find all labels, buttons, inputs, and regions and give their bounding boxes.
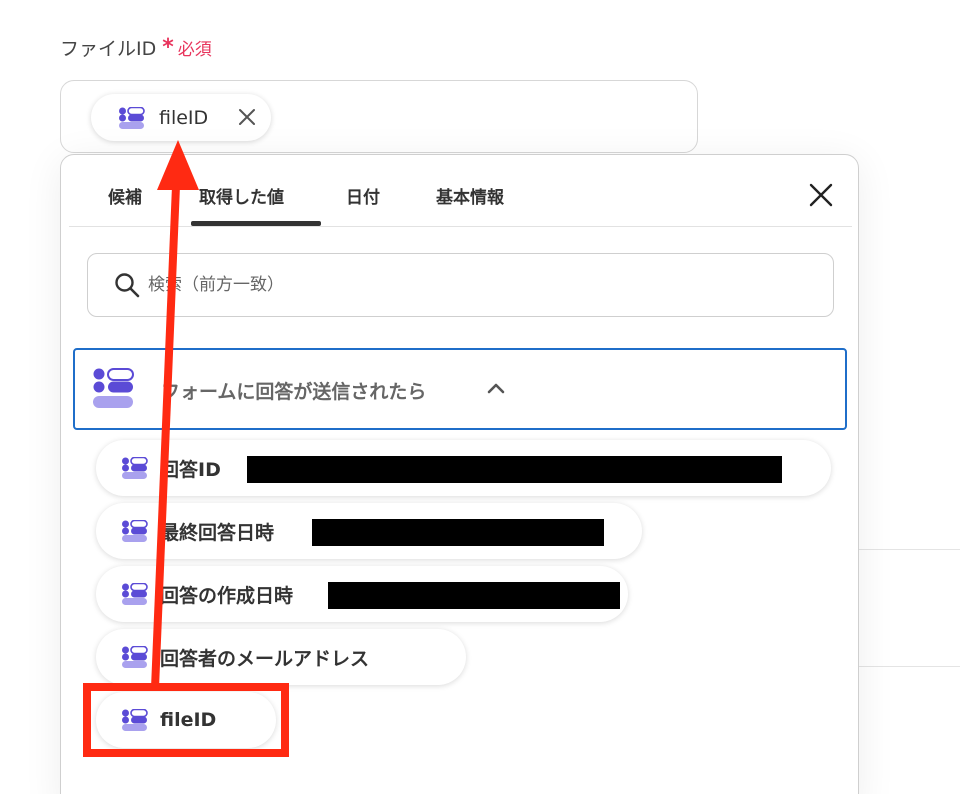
tab-candidates[interactable]: 候補 (108, 183, 142, 208)
variable-icon (93, 368, 134, 408)
redacted-value (247, 456, 782, 483)
tab-acquired-values[interactable]: 取得した値 (199, 183, 284, 208)
background-divider (858, 549, 960, 550)
variable-icon (122, 583, 148, 605)
group-title: フォームに回答が送信されたら (161, 381, 427, 403)
list-item[interactable]: 回答者のメールアドレス (96, 629, 466, 685)
value-chip[interactable]: fileID (91, 94, 271, 141)
variable-icon (122, 457, 148, 479)
search-icon (115, 273, 140, 298)
group-form-submitted[interactable]: フォームに回答が送信されたら (73, 348, 847, 430)
search-box[interactable] (87, 253, 834, 317)
variable-icon (122, 646, 148, 668)
required-star: * (162, 34, 174, 60)
picker-tabs: 候補 取得した値 日付 基本情報 (69, 155, 852, 227)
item-label: 最終回答日時 (160, 521, 275, 544)
item-label: 回答者のメールアドレス (160, 647, 370, 670)
required-text: 必須 (177, 40, 212, 60)
tab-date[interactable]: 日付 (346, 183, 380, 208)
variable-icon (122, 520, 148, 542)
annotation-highlight-box (83, 683, 289, 757)
field-label: ファイルID (60, 38, 157, 60)
list-item[interactable]: 回答ID (96, 440, 831, 496)
item-label: 回答ID (160, 458, 221, 481)
variable-icon (119, 106, 145, 129)
redacted-value (312, 519, 604, 546)
list-item[interactable]: 最終回答日時 (96, 503, 642, 559)
close-icon[interactable] (237, 107, 257, 127)
list-item[interactable]: 回答の作成日時 (96, 566, 628, 622)
file-id-field[interactable]: fileID (60, 80, 698, 153)
background-divider (858, 666, 960, 667)
item-label: 回答の作成日時 (160, 584, 294, 607)
field-label-group: ファイルID * 必須 (60, 34, 212, 61)
chip-label: fileID (159, 106, 209, 129)
redacted-value (328, 582, 620, 609)
tab-basic-info[interactable]: 基本情報 (436, 183, 504, 208)
active-tab-indicator (191, 221, 321, 226)
search-input[interactable] (148, 275, 748, 295)
close-icon[interactable] (809, 183, 833, 207)
chevron-up-icon[interactable] (487, 382, 505, 394)
